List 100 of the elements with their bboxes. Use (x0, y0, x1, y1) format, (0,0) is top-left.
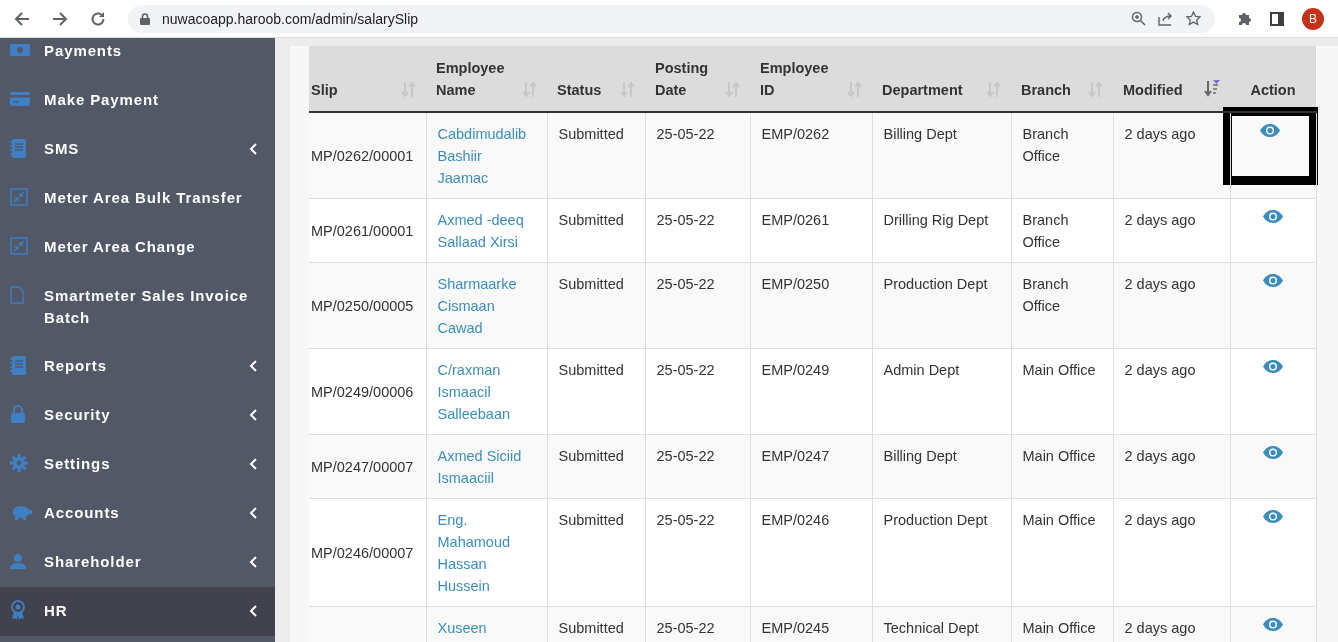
table-cell: Technical Dept (883, 620, 979, 636)
side-panel-icon[interactable] (1270, 11, 1284, 26)
table-cell: 25-05-22 (656, 448, 715, 464)
sidebar-item[interactable]: Shareholder (0, 538, 275, 587)
column-header[interactable]: Slip (309, 46, 426, 112)
table-cell: MP/0262/00001 (311, 148, 414, 164)
view-icon[interactable] (1263, 446, 1283, 459)
table-cell: 2 days ago (1124, 512, 1196, 528)
table-cell: Production Dept (883, 512, 988, 528)
notebook-icon (10, 138, 26, 158)
column-header[interactable]: Branch (1011, 46, 1113, 112)
table-cell: Main Office (1022, 512, 1096, 528)
table-cell: MP/0246/00007 (311, 545, 414, 561)
table-cell: 2 days ago (1124, 362, 1196, 378)
view-icon[interactable] (1260, 124, 1280, 137)
sidebar-item[interactable]: Settings (0, 440, 275, 489)
table-cell: 25-05-22 (656, 126, 715, 142)
table-cell: Main Office (1022, 448, 1096, 464)
table-cell: Submitted (558, 362, 624, 378)
table-cell: 25-05-22 (656, 362, 715, 378)
table-cell: 2 days ago (1124, 448, 1196, 464)
column-header[interactable]: Modified (1113, 46, 1230, 112)
column-header[interactable]: Status (547, 46, 645, 112)
table-cell: 25-05-22 (656, 620, 715, 636)
table-cell: Submitted (558, 620, 624, 636)
sidebar-item[interactable]: Smartmeter Sales Invoice Batch (0, 272, 275, 342)
table-cell: 2 days ago (1124, 276, 1196, 292)
table-cell: EMP/0249 (761, 362, 830, 378)
share-icon[interactable] (1158, 11, 1174, 26)
piggy-bank-icon (10, 504, 32, 520)
back-icon[interactable] (14, 10, 30, 27)
reload-icon[interactable] (90, 10, 106, 27)
compress-icon (10, 237, 28, 255)
table-cell: 25-05-22 (656, 512, 715, 528)
table-cell: Branch Office (1022, 276, 1069, 314)
compress-icon (10, 188, 28, 206)
zoom-icon[interactable] (1131, 11, 1146, 26)
column-header: Action (1230, 46, 1316, 112)
sidebar-item[interactable]: Reports (0, 342, 275, 391)
table-cell: MP/0261/00001 (311, 223, 414, 239)
sidebar-item[interactable]: Payments (0, 38, 275, 76)
star-icon[interactable] (1186, 11, 1201, 26)
sidebar-item[interactable]: Accounts (0, 489, 275, 538)
table-cell: EMP/0262 (761, 126, 830, 142)
view-icon[interactable] (1263, 210, 1283, 223)
table-cell: EMP/0245 (761, 620, 830, 636)
table-cell: Submitted (558, 212, 624, 228)
view-icon[interactable] (1263, 510, 1283, 523)
notebook-icon (10, 355, 26, 375)
table-cell: Submitted (558, 276, 624, 292)
table-cell: Drilling Rig Dept (883, 212, 989, 228)
table-cell: 2 days ago (1124, 126, 1196, 142)
table-cell: EMP/0246 (761, 512, 830, 528)
column-header[interactable]: Posting Date (645, 46, 750, 112)
column-header[interactable]: Department (872, 46, 1011, 112)
view-icon[interactable] (1263, 274, 1283, 287)
table-cell: MP/0250/00005 (311, 298, 414, 314)
table-cell: EMP/0247 (761, 448, 830, 464)
table-cell: Branch Office (1022, 126, 1069, 164)
file-icon (10, 286, 24, 304)
puzzle-icon[interactable] (1237, 11, 1252, 26)
table-cell: Main Office (1022, 620, 1096, 636)
sidebar-item[interactable]: Make Payment (0, 76, 275, 125)
settings-icon (10, 454, 28, 472)
column-header[interactable]: Employee Name (426, 46, 547, 112)
banknote-icon (10, 43, 30, 57)
lock-icon (10, 405, 26, 423)
table-cell: EMP/0250 (761, 276, 830, 292)
table-cell: Submitted (558, 448, 624, 464)
award-icon (10, 600, 26, 620)
forward-icon[interactable] (52, 10, 68, 27)
column-header[interactable]: Employee ID (750, 46, 872, 112)
profile-avatar[interactable]: B (1302, 7, 1324, 30)
table-cell: 25-05-22 (656, 212, 715, 228)
table-cell: Production Dept (883, 276, 988, 292)
table-cell: Admin Dept (883, 362, 960, 378)
sidebar-item[interactable]: Meter Area Bulk Transfer (0, 174, 275, 223)
table-cell: 2 days ago (1124, 212, 1196, 228)
sidebar-item[interactable]: Security (0, 391, 275, 440)
view-icon[interactable] (1263, 618, 1283, 631)
table-cell: Main Office (1022, 362, 1096, 378)
url-text: nuwacoapp.haroob.com/admin/salarySlip (162, 10, 419, 27)
table-cell: 25-05-22 (656, 276, 715, 292)
table-cell: Billing Dept (883, 448, 957, 464)
table-cell: Billing Dept (883, 126, 957, 142)
table-cell: EMP/0261 (761, 212, 830, 228)
credit-card-icon (10, 92, 30, 106)
sidebar-item[interactable]: Meter Area Change (0, 223, 275, 272)
view-icon[interactable] (1263, 360, 1283, 373)
table-cell: MP/0247/00007 (311, 459, 414, 475)
sidebar-item[interactable]: SMS (0, 125, 275, 174)
sidebar-item[interactable]: HR (0, 587, 275, 636)
address-bar[interactable]: nuwacoapp.haroob.com/admin/salarySlip (128, 4, 1215, 33)
user-icon (10, 553, 26, 569)
lock-icon (140, 12, 150, 25)
table-cell: 2 days ago (1124, 620, 1196, 636)
table-cell: Submitted (558, 512, 624, 528)
table-cell: Branch Office (1022, 212, 1069, 250)
table-cell: MP/0249/00006 (311, 384, 414, 400)
table-cell: Submitted (558, 126, 624, 142)
